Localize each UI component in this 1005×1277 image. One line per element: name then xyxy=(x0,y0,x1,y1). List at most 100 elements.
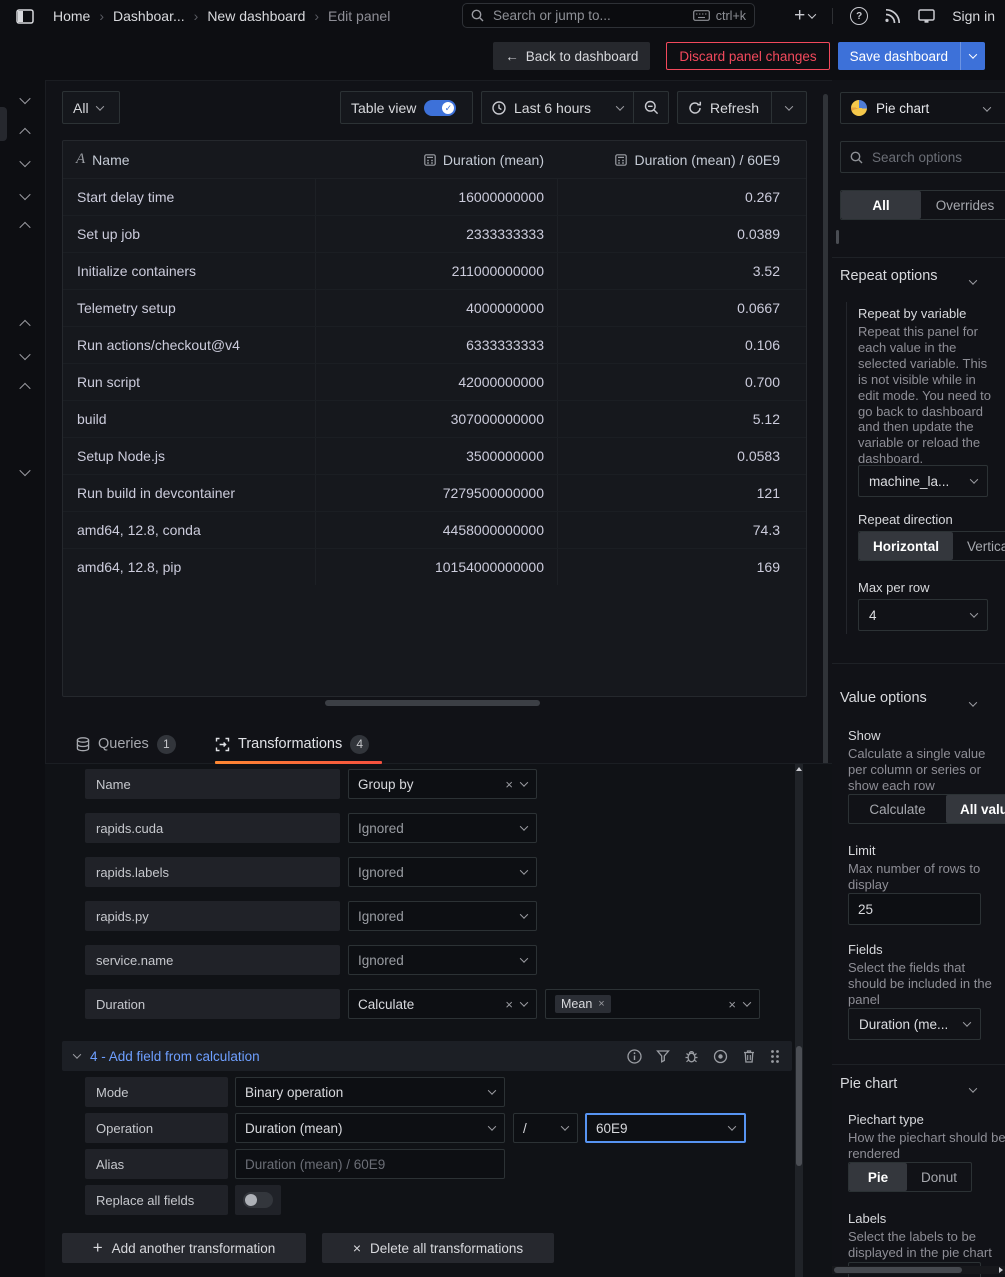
transformation-4-header[interactable]: 4 - Add field from calculation xyxy=(62,1041,792,1071)
type-donut[interactable]: Donut xyxy=(907,1163,971,1191)
fields-select[interactable]: Duration (me... xyxy=(848,1008,981,1040)
groupby-operation-select[interactable]: Ignored xyxy=(348,857,537,887)
chevron-down-icon[interactable] xyxy=(21,463,29,479)
tab-overrides[interactable]: Overrides xyxy=(921,191,1005,219)
back-to-dashboard-button[interactable]: ← Back to dashboard xyxy=(493,42,650,70)
transformations-scrollbar[interactable] xyxy=(795,764,803,1277)
scrollbar-thumb[interactable] xyxy=(796,1046,802,1166)
chevron-up-icon[interactable] xyxy=(21,378,29,394)
table-row[interactable]: amd64, 12.8, conda445800000000074.3 xyxy=(63,512,806,549)
max-per-row-select[interactable]: 4 xyxy=(858,599,988,631)
variable-dropdown[interactable]: All xyxy=(62,91,120,124)
drag-handle-icon[interactable] xyxy=(770,1049,780,1064)
mode-select[interactable]: Binary operation xyxy=(235,1077,505,1107)
options-search-input[interactable] xyxy=(870,149,1000,166)
add-transformation-button[interactable]: + Add another transformation xyxy=(62,1233,306,1263)
direction-vertical[interactable]: Vertical xyxy=(953,532,1005,560)
groupby-operation-select[interactable]: Ignored xyxy=(348,813,537,843)
chevron-down-icon[interactable] xyxy=(21,91,29,107)
pie-chart-section-header[interactable]: Pie chart xyxy=(840,1076,897,1092)
value-options-header[interactable]: Value options xyxy=(840,690,927,706)
discard-panel-changes-button[interactable]: Discard panel changes xyxy=(666,42,829,70)
chevron-up-icon[interactable] xyxy=(21,217,29,233)
operation-left-select[interactable]: Duration (mean) xyxy=(235,1113,505,1143)
table-row[interactable]: Set up job23333333330.0389 xyxy=(63,216,806,253)
table-row[interactable]: Run script420000000000.700 xyxy=(63,364,806,401)
breadcrumb-new-dashboard[interactable]: New dashboard xyxy=(207,8,305,24)
groupby-operation-select[interactable]: Group by × xyxy=(348,769,537,799)
add-new-button[interactable]: + xyxy=(794,8,815,24)
search-input[interactable] xyxy=(491,7,693,24)
table-row[interactable]: amd64, 12.8, pip10154000000000169 xyxy=(63,549,806,585)
chevron-up-icon[interactable] xyxy=(21,315,29,331)
delete-all-transformations-button[interactable]: × Delete all transformations xyxy=(322,1233,554,1263)
scroll-up-arrow-icon[interactable] xyxy=(796,767,802,771)
news-rss-icon[interactable] xyxy=(885,8,901,24)
info-icon[interactable] xyxy=(627,1049,642,1064)
scrollbar-thumb[interactable] xyxy=(834,1267,962,1273)
refresh-button[interactable]: Refresh xyxy=(677,91,771,124)
table-view-switch[interactable]: ✓ xyxy=(424,100,456,116)
chevron-down-icon[interactable] xyxy=(21,154,29,170)
direction-horizontal[interactable]: Horizontal xyxy=(859,532,953,560)
table-row[interactable]: Run actions/checkout@v463333333330.106 xyxy=(63,327,806,364)
groupby-operation-select[interactable]: Ignored xyxy=(348,945,537,975)
table-row[interactable]: Run build in devcontainer727950000000012… xyxy=(63,475,806,512)
table-row[interactable]: Initialize containers2110000000003.52 xyxy=(63,253,806,290)
groupby-stat-multiselect[interactable]: Mean× × xyxy=(545,989,760,1019)
trash-icon[interactable] xyxy=(742,1049,756,1064)
clear-icon[interactable]: × xyxy=(505,777,513,792)
save-dashboard-button[interactable]: Save dashboard xyxy=(838,42,985,70)
visualization-picker[interactable]: Pie chart xyxy=(840,92,1005,124)
zoom-out-time-button[interactable] xyxy=(633,91,669,124)
dock-menu-icon[interactable] xyxy=(16,9,34,24)
options-scrollbar-thumb[interactable] xyxy=(836,230,839,244)
clear-icon[interactable]: × xyxy=(728,997,736,1012)
limit-input[interactable] xyxy=(849,894,980,924)
collapse-icon[interactable] xyxy=(73,1050,81,1058)
transformation-title[interactable]: 4 - Add field from calculation xyxy=(90,1049,260,1064)
show-calculate[interactable]: Calculate xyxy=(849,795,946,823)
edit-pane-scrollbar[interactable] xyxy=(823,94,828,767)
filter-icon[interactable] xyxy=(656,1049,670,1063)
type-pie[interactable]: Pie xyxy=(849,1163,907,1191)
alias-input[interactable] xyxy=(236,1150,504,1178)
sign-in-link[interactable]: Sign in xyxy=(952,8,995,24)
options-search[interactable] xyxy=(840,141,1005,173)
chevron-down-icon[interactable] xyxy=(21,187,29,203)
table-row[interactable]: build3070000000005.12 xyxy=(63,401,806,438)
replace-all-fields-toggle[interactable] xyxy=(235,1185,281,1215)
breadcrumb-dashboards[interactable]: Dashboar... xyxy=(113,8,185,24)
clear-icon[interactable]: × xyxy=(505,997,513,1012)
chevron-down-icon[interactable] xyxy=(970,272,976,288)
scroll-right-arrow-icon[interactable] xyxy=(999,1267,1003,1273)
stat-tag[interactable]: Mean× xyxy=(555,995,611,1013)
breadcrumb-home[interactable]: Home xyxy=(53,8,90,24)
debug-icon[interactable] xyxy=(684,1049,699,1064)
show-all-values[interactable]: All values xyxy=(946,795,1005,823)
tab-transformations[interactable]: Transformations 4 xyxy=(215,724,369,764)
horizontal-scrollbar-thumb[interactable] xyxy=(325,700,540,706)
table-view-toggle[interactable]: Table view ✓ xyxy=(340,91,473,124)
tab-queries[interactable]: Queries 1 xyxy=(76,724,176,764)
monitor-icon[interactable] xyxy=(918,9,935,24)
help-icon[interactable]: ? xyxy=(850,7,868,25)
remove-tag-icon[interactable]: × xyxy=(598,998,604,1010)
repeat-options-header[interactable]: Repeat options xyxy=(840,268,938,284)
column-header-duration-ratio[interactable]: Duration (mean) / 60E9 xyxy=(557,152,793,168)
refresh-interval-dropdown[interactable] xyxy=(771,91,807,124)
time-range-picker[interactable]: Last 6 hours xyxy=(481,91,633,124)
chevron-down-icon[interactable] xyxy=(970,694,976,710)
operation-right-select[interactable]: 60E9 xyxy=(585,1113,746,1143)
groupby-operation-select[interactable]: Ignored xyxy=(348,901,537,931)
table-row[interactable]: Start delay time160000000000.267 xyxy=(63,179,806,216)
column-header-name[interactable]: A Name xyxy=(63,151,315,168)
table-row[interactable]: Setup Node.js35000000000.0583 xyxy=(63,438,806,475)
save-dashboard-dropdown[interactable] xyxy=(960,42,985,70)
tab-all[interactable]: All xyxy=(841,191,921,219)
column-header-duration-mean[interactable]: Duration (mean) xyxy=(315,152,557,168)
operator-select[interactable]: / xyxy=(513,1113,578,1143)
global-search[interactable]: ctrl+k xyxy=(462,3,755,28)
chevron-down-icon[interactable] xyxy=(970,1080,976,1096)
repeat-variable-select[interactable]: machine_la... xyxy=(858,465,988,497)
